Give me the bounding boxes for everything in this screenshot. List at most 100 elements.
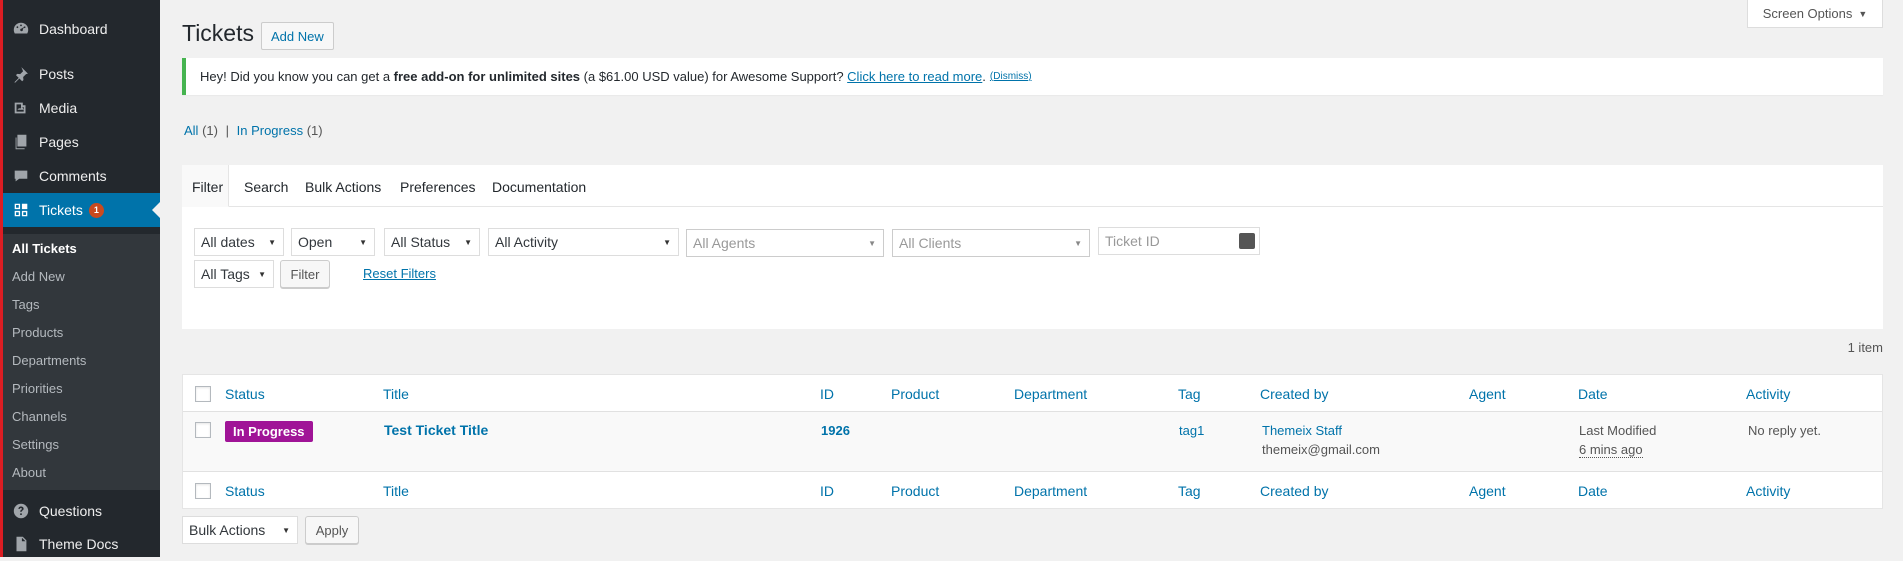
status-badge: In Progress [225,421,313,442]
notice-dismiss-link[interactable]: (Dismiss) [990,71,1032,82]
row-checkbox[interactable] [195,422,211,438]
column-footer-date[interactable]: Date [1578,483,1608,499]
column-footer-tag[interactable]: Tag [1178,483,1201,499]
column-header-agent[interactable]: Agent [1469,386,1506,402]
notice-read-more-link[interactable]: Click here to read more [847,69,982,84]
column-header-date[interactable]: Date [1578,386,1608,402]
apply-button[interactable]: Apply [305,516,359,544]
activity-select[interactable]: All Activity ▼ [488,228,679,256]
column-header-product[interactable]: Product [891,386,939,402]
status-views: All (1) | In Progress (1) [184,123,323,138]
ticket-id-input[interactable]: Ticket ID [1098,227,1260,255]
sidebar-item-media[interactable]: Media [3,91,160,125]
column-header-status[interactable]: Status [225,386,265,402]
sidebar-item-tickets[interactable]: Tickets 1 [3,193,160,227]
caret-down-icon: ▼ [868,239,876,248]
sidebar-item-posts[interactable]: Posts [3,57,160,91]
tab-documentation[interactable]: Documentation [492,179,586,195]
media-icon [3,99,39,117]
tickets-count-badge: 1 [88,202,104,218]
submenu-add-new[interactable]: Add New [12,269,65,285]
table-footer-row: Status Title ID Product Department Tag C… [183,471,1882,508]
tab-bulk-actions[interactable]: Bulk Actions [305,179,381,195]
page-title: Tickets [182,20,254,46]
promo-notice: Hey! Did you know you can get a free add… [182,58,1883,95]
question-icon [3,502,39,520]
caret-down-icon: ▼ [258,270,266,279]
tickets-submenu: All Tickets Add New Tags Products Depart… [3,234,160,490]
add-new-button[interactable]: Add New [261,22,334,50]
caret-down-icon: ▼ [268,238,276,247]
column-footer-agent[interactable]: Agent [1469,483,1506,499]
sidebar-item-label: Media [39,100,78,116]
tab-search[interactable]: Search [244,179,288,195]
dates-select[interactable]: All dates ▼ [194,228,284,256]
column-footer-created-by[interactable]: Created by [1260,483,1328,499]
view-all-link[interactable]: All [184,123,198,138]
ticket-id-link[interactable]: 1926 [821,423,850,438]
ticket-title-link[interactable]: Test Ticket Title [384,422,488,438]
filter-button[interactable]: Filter [280,260,330,288]
screen-options-button[interactable]: Screen Options ▼ [1747,0,1883,28]
submenu-departments[interactable]: Departments [12,353,86,369]
submenu-about[interactable]: About [12,465,46,481]
sidebar-item-label: Tickets [39,202,83,218]
table-row: In Progress Test Ticket Title 1926 tag1 … [183,412,1882,471]
sidebar-item-label: Theme Docs [39,536,119,552]
screen-options-label: Screen Options [1762,6,1853,21]
admin-sidebar: Dashboard Posts Media Pages Comments Tic… [0,0,160,557]
filter-tabs: Filter Search Bulk Actions Preferences D… [182,165,1883,207]
submenu-settings[interactable]: Settings [12,437,59,453]
sidebar-item-label: Questions [39,503,103,519]
column-header-tag[interactable]: Tag [1178,386,1201,402]
sidebar-item-label: Posts [39,66,75,82]
state-select[interactable]: Open ▼ [291,228,375,256]
clients-select[interactable]: All Clients ▼ [892,229,1090,257]
tab-filter[interactable]: Filter [192,179,223,195]
reset-filters-link[interactable]: Reset Filters [363,266,436,281]
column-header-created-by[interactable]: Created by [1260,386,1328,402]
dashboard-icon [3,20,39,38]
pages-icon [3,133,39,151]
column-footer-title[interactable]: Title [383,483,409,499]
column-footer-department[interactable]: Department [1014,483,1087,499]
tab-preferences[interactable]: Preferences [400,179,475,195]
column-footer-status[interactable]: Status [225,483,265,499]
ticket-tag-link[interactable]: tag1 [1179,423,1204,438]
column-header-department[interactable]: Department [1014,386,1087,402]
tickets-table: Status Title ID Product Department Tag C… [182,374,1883,509]
sidebar-item-comments[interactable]: Comments [3,159,160,193]
caret-down-icon: ▼ [359,238,367,247]
view-separator: | [225,123,229,138]
view-in-progress-link[interactable]: In Progress [237,123,303,138]
agents-select[interactable]: All Agents ▼ [686,229,884,257]
column-header-activity[interactable]: Activity [1746,386,1790,402]
created-by-email: themeix@gmail.com [1262,442,1380,457]
column-footer-activity[interactable]: Activity [1746,483,1790,499]
notice-text-bold: free add-on for unlimited sites [393,69,581,84]
tickets-grid-icon [3,201,39,219]
column-header-id[interactable]: ID [820,386,834,402]
sidebar-item-theme-docs[interactable]: Theme Docs [3,527,160,561]
created-by-name-link[interactable]: Themeix Staff [1262,423,1342,438]
status-select[interactable]: All Status ▼ [384,228,480,256]
submenu-tags[interactable]: Tags [12,297,39,313]
column-footer-id[interactable]: ID [820,483,834,499]
sidebar-item-pages[interactable]: Pages [3,125,160,159]
tags-select[interactable]: All Tags ▼ [194,260,274,288]
column-footer-product[interactable]: Product [891,483,939,499]
submenu-products[interactable]: Products [12,325,63,341]
select-all-checkbox[interactable] [195,386,211,402]
submenu-all-tickets[interactable]: All Tickets [12,241,77,257]
sidebar-item-dashboard[interactable]: Dashboard [3,12,160,46]
caret-down-icon: ▼ [1858,8,1868,19]
select-all-checkbox-footer[interactable] [195,483,211,499]
bulk-actions-select[interactable]: Bulk Actions ▼ [182,516,298,544]
submenu-priorities[interactable]: Priorities [12,381,63,397]
date-label: Last Modified [1579,423,1657,438]
column-header-title[interactable]: Title [383,386,409,402]
sidebar-item-label: Comments [39,168,107,184]
sidebar-item-questions[interactable]: Questions [3,494,160,528]
submenu-channels[interactable]: Channels [12,409,67,425]
document-icon [3,535,39,553]
